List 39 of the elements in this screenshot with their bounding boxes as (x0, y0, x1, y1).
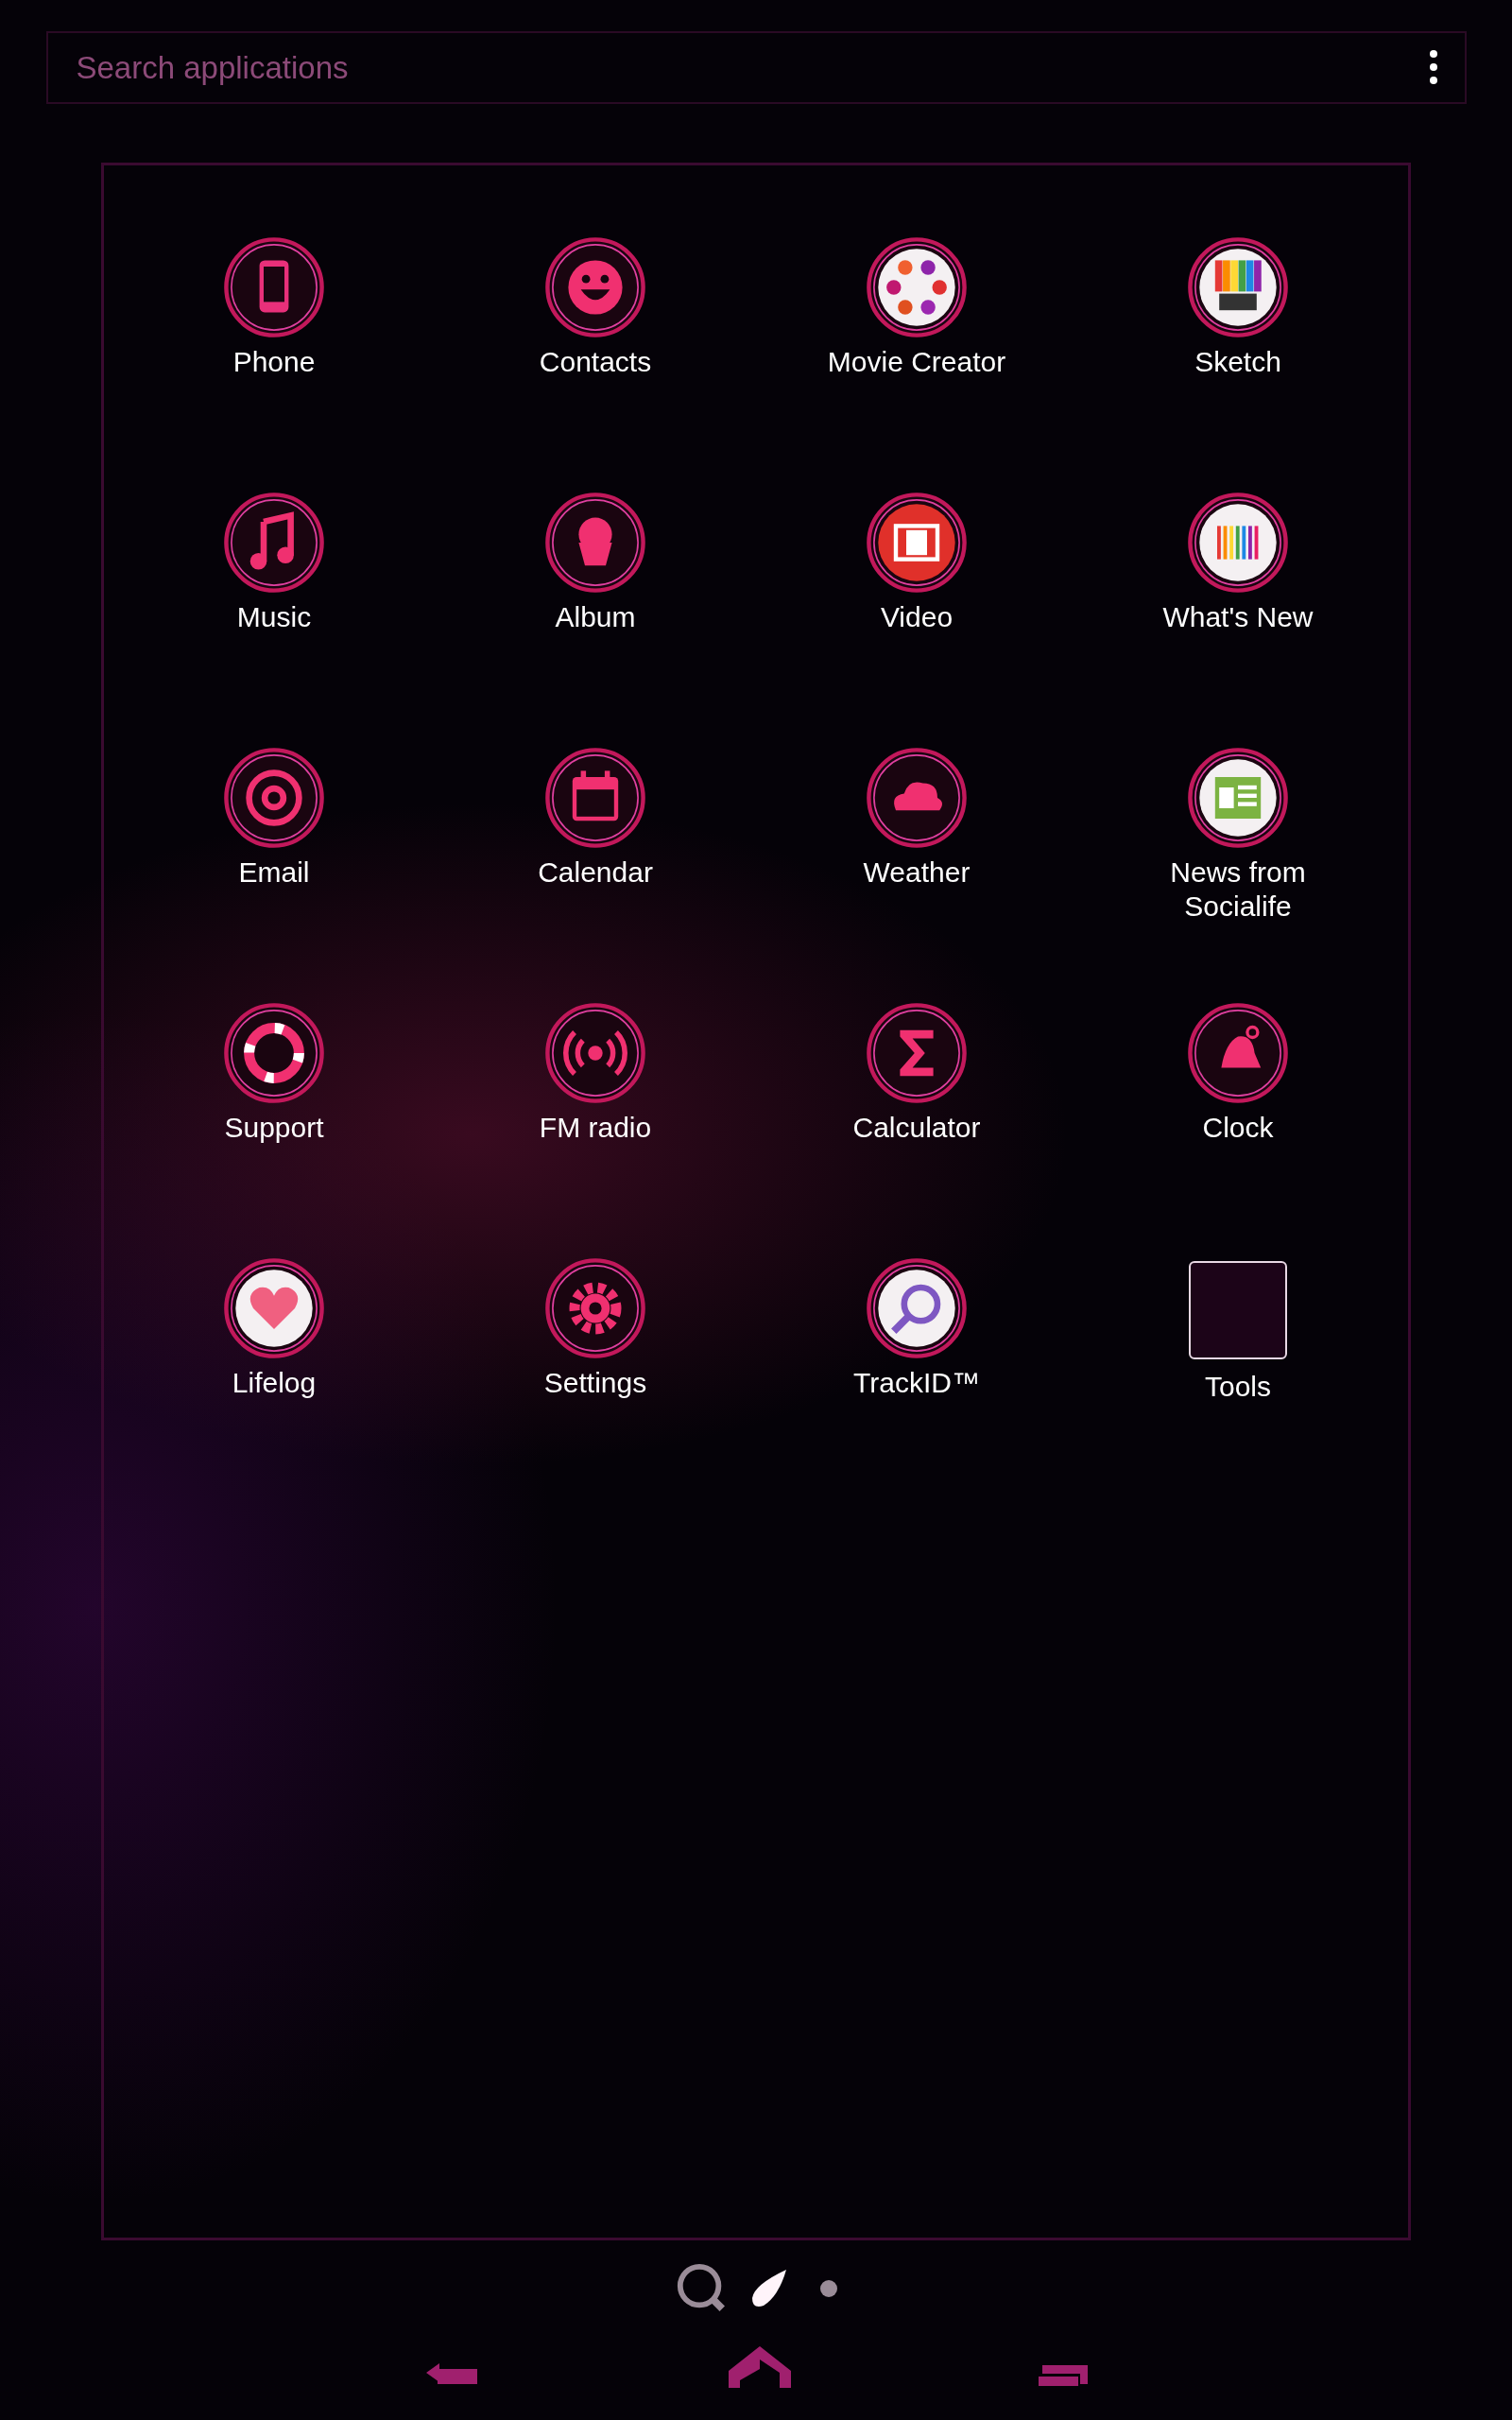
app-label[interactable]: Weather (808, 856, 1025, 890)
calendar-icon[interactable] (543, 746, 647, 850)
more-options-icon[interactable] (1428, 48, 1438, 86)
app-label[interactable]: TrackID™ (808, 1366, 1025, 1400)
app-label[interactable]: Album (487, 600, 704, 634)
app-label[interactable]: Clock (1129, 1111, 1347, 1145)
app-label[interactable]: Tools (1129, 1370, 1347, 1404)
app-label[interactable]: Contacts (487, 345, 704, 379)
news-icon[interactable] (1186, 746, 1290, 850)
drop-icon[interactable] (750, 2268, 788, 2309)
lifebuoy-icon[interactable] (222, 1001, 326, 1105)
smiley-icon[interactable] (543, 235, 647, 339)
app-label[interactable]: Email (165, 856, 383, 890)
app-label[interactable]: FM radio (487, 1111, 704, 1145)
sigma-icon[interactable] (865, 1001, 969, 1105)
app-label[interactable]: Phone (165, 345, 383, 379)
app-label[interactable]: Calculator (808, 1111, 1025, 1145)
recent-apps-icon[interactable] (1039, 2365, 1088, 2388)
phone-icon[interactable] (222, 235, 326, 339)
color-bars-icon[interactable] (1186, 491, 1290, 595)
cloud-icon[interactable] (865, 746, 969, 850)
app-label[interactable]: Music (165, 600, 383, 634)
radio-wave-icon[interactable] (543, 1001, 647, 1105)
music-note-icon[interactable] (222, 491, 326, 595)
app-label[interactable]: Video (808, 600, 1025, 634)
app-label[interactable]: News from Socialife (1129, 856, 1347, 924)
page-dot[interactable] (820, 2280, 837, 2297)
app-label[interactable]: Calendar (487, 856, 704, 890)
app-label[interactable]: Lifelog (165, 1366, 383, 1400)
folder-icon[interactable] (1189, 1261, 1287, 1359)
app-label[interactable]: Support (165, 1111, 383, 1145)
app-label[interactable]: What's New (1129, 600, 1347, 634)
app-label[interactable]: Movie Creator (808, 345, 1025, 379)
gear-icon[interactable] (543, 1256, 647, 1360)
home-icon[interactable] (727, 2344, 793, 2388)
search-field[interactable]: Search applications (45, 31, 1467, 104)
bell-icon[interactable] (1186, 1001, 1290, 1105)
app-label[interactable]: Sketch (1129, 345, 1347, 379)
app-label[interactable]: Settings (487, 1366, 704, 1400)
